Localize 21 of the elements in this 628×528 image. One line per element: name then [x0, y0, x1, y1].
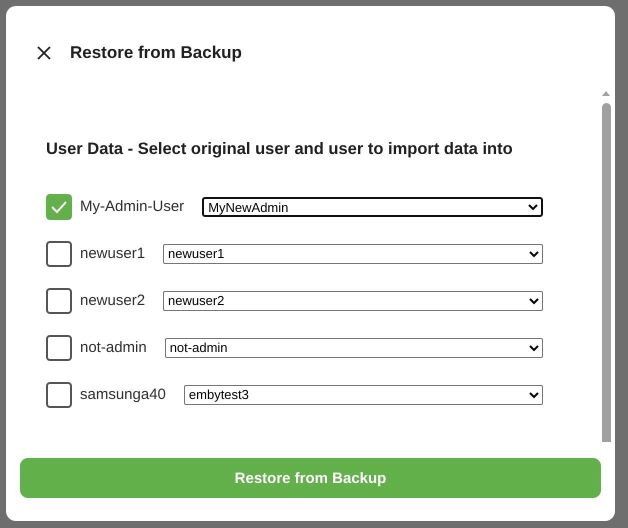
- check-icon: [50, 200, 68, 214]
- user-select[interactable]: newuser1: [163, 244, 543, 264]
- checkbox[interactable]: [46, 288, 72, 314]
- user-name: My-Admin-User: [80, 198, 184, 215]
- close-icon[interactable]: [36, 45, 52, 61]
- user-name: newuser1: [80, 245, 146, 262]
- user-select[interactable]: embytest3: [184, 384, 543, 404]
- checkbox[interactable]: [46, 382, 72, 408]
- checkbox[interactable]: [46, 240, 72, 266]
- scrollbar-thumb[interactable]: [602, 103, 610, 442]
- user-select[interactable]: not-admin: [164, 338, 543, 358]
- user-select[interactable]: MyNewAdmin: [202, 196, 543, 216]
- dialog-title: Restore from Backup: [70, 43, 242, 63]
- checkbox[interactable]: [46, 334, 72, 360]
- section-heading: User Data - Select original user and user to import data into: [46, 140, 514, 159]
- checkbox[interactable]: [46, 194, 72, 220]
- user-name: samsunga40: [80, 386, 166, 403]
- user-select[interactable]: newuser2: [163, 290, 543, 310]
- scroll-up-icon[interactable]: [601, 90, 611, 97]
- user-name: newuser2: [80, 292, 146, 309]
- user-name: not-admin: [80, 339, 147, 356]
